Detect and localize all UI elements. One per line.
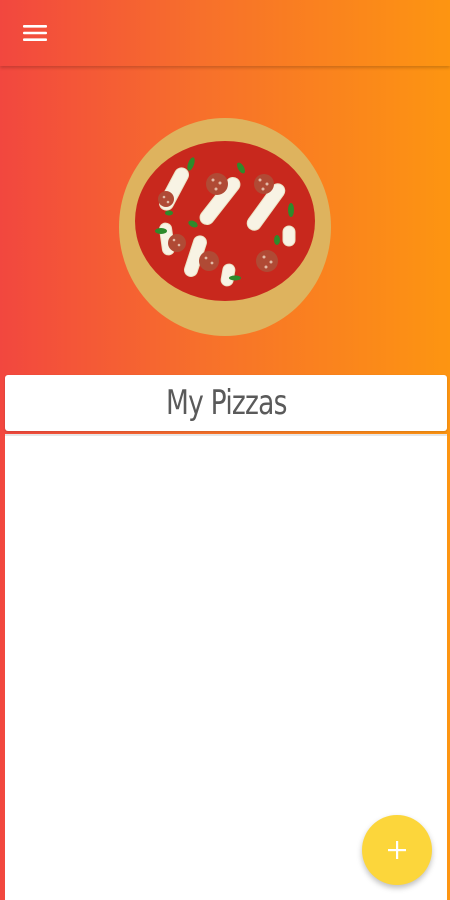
hero-banner: [0, 66, 450, 374]
page-title: My Pizzas: [165, 383, 287, 423]
app-bar: [0, 0, 450, 66]
menu-icon: [23, 25, 47, 41]
plus-icon: [388, 841, 406, 859]
add-pizza-button[interactable]: [362, 815, 432, 885]
menu-button[interactable]: [14, 16, 56, 50]
pizza-illustration: [119, 118, 331, 336]
title-card: My Pizzas: [5, 375, 447, 431]
